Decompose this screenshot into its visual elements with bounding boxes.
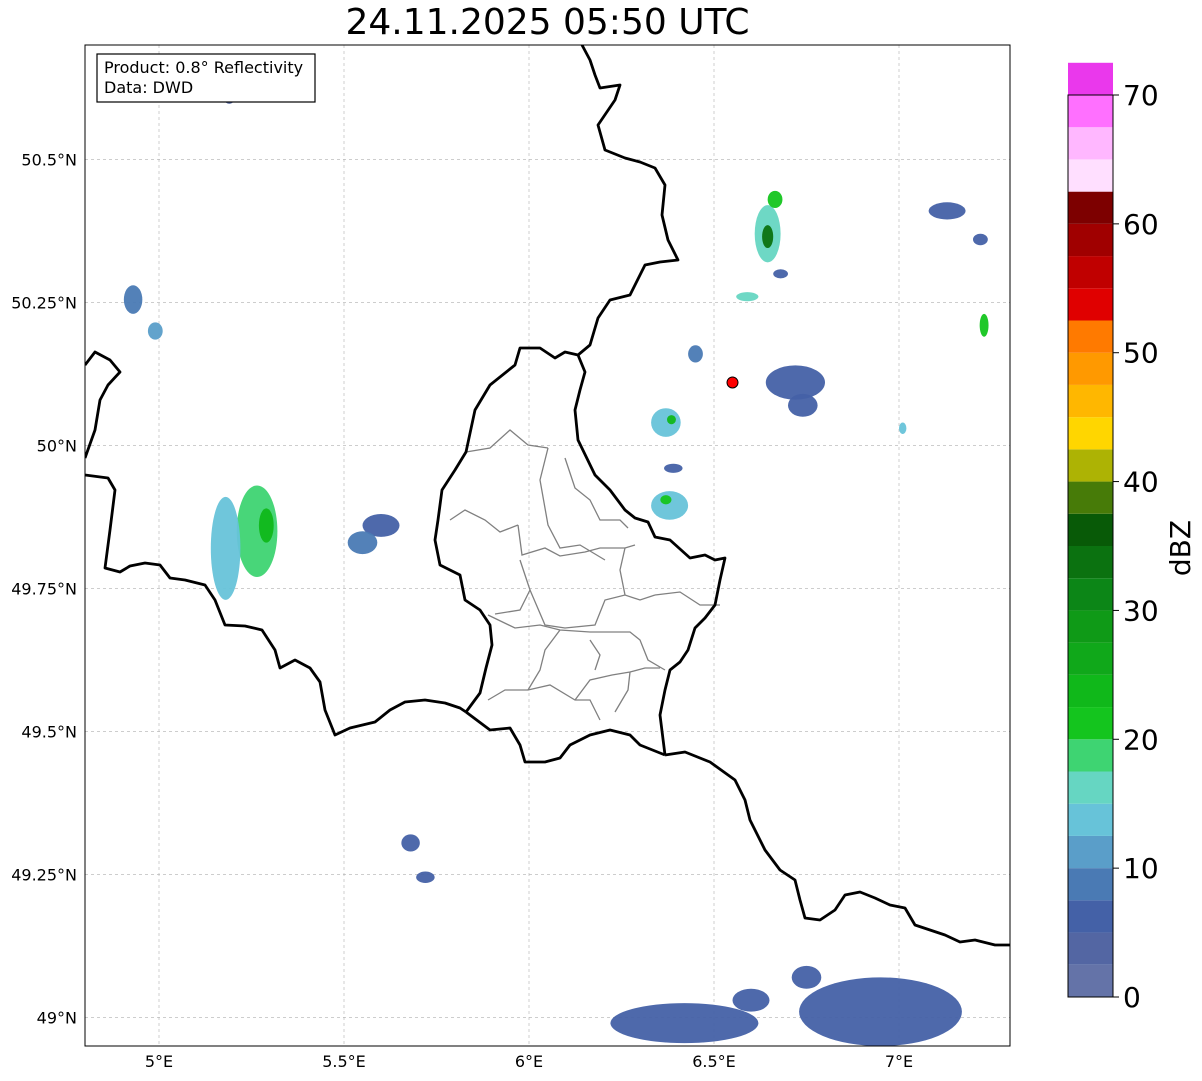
radar-echo xyxy=(979,313,989,337)
colorbar-segment xyxy=(1068,384,1113,418)
lat-tick-label: 49.5°N xyxy=(21,722,77,741)
radar-echo xyxy=(791,965,822,989)
radar-echo xyxy=(210,496,241,600)
colorbar-tick-label: 0 xyxy=(1123,981,1141,1014)
colorbar-segment xyxy=(1068,352,1113,385)
radar-echo xyxy=(788,393,818,417)
admin-boundaries xyxy=(449,429,720,721)
geography xyxy=(85,45,1010,1046)
radar-echo xyxy=(651,491,689,520)
colorbar-segment xyxy=(1068,932,1113,965)
radar-echo xyxy=(610,1003,759,1044)
radar-echo xyxy=(732,988,770,1012)
colorbar-segment xyxy=(1068,546,1113,579)
radar-echo xyxy=(899,422,907,434)
colorbar-segment xyxy=(1068,127,1113,160)
radar-echo xyxy=(973,233,988,246)
radar-site-marker xyxy=(726,376,739,389)
lat-tick-label: 49.75°N xyxy=(11,579,77,598)
country-borders xyxy=(85,45,1010,947)
lat-tick-label: 49.25°N xyxy=(11,865,77,884)
radar-echo xyxy=(667,415,676,425)
colorbar-segment xyxy=(1068,578,1113,611)
colorbar-label: dBZ xyxy=(1164,520,1197,576)
radar-echo xyxy=(347,531,378,555)
radar-echo xyxy=(147,322,163,340)
colorbar-segment xyxy=(1068,191,1113,224)
colorbar-segment xyxy=(1068,964,1113,997)
colorbar-segment xyxy=(1068,449,1113,482)
radar-echo xyxy=(401,834,420,852)
colorbar-segment xyxy=(1068,610,1113,643)
colorbar-segment xyxy=(1068,62,1113,95)
colorbar-tick-label: 20 xyxy=(1123,723,1159,756)
info-source: Data: DWD xyxy=(104,78,193,97)
radar-echo xyxy=(660,495,672,505)
radar-echo xyxy=(767,190,783,209)
lat-tick-label: 50°N xyxy=(37,436,77,455)
colorbar-segment xyxy=(1068,707,1113,740)
lat-tick-label: 50.5°N xyxy=(21,150,77,169)
radar-echo xyxy=(736,292,759,302)
colorbar-segment xyxy=(1068,320,1113,353)
radar-site xyxy=(726,376,739,389)
lon-tick-label: 7°E xyxy=(885,1052,913,1071)
axis-labels: 5°E 5.5°E 6°E 6.5°E 7°E 49°N 49.25°N 49.5°N 49.7… xyxy=(11,150,913,1071)
radar-echo xyxy=(928,202,966,220)
colorbar-segment xyxy=(1068,674,1113,708)
radar-echo xyxy=(773,269,788,279)
colorbar-segment xyxy=(1068,481,1113,514)
radar-echo xyxy=(123,285,143,314)
colorbar-tick-label: 50 xyxy=(1123,337,1159,370)
radar-echo xyxy=(799,977,962,1046)
colorbar-tick-label: 70 xyxy=(1123,79,1159,112)
colorbar-segment xyxy=(1068,256,1113,289)
radar-echo xyxy=(688,345,703,363)
colorbar-tick-label: 40 xyxy=(1123,466,1159,499)
lat-tick-label: 49°N xyxy=(37,1008,77,1027)
radar-echo xyxy=(664,463,683,473)
colorbar-segment xyxy=(1068,513,1113,546)
radar-echoes xyxy=(123,94,989,1046)
colorbar-segment xyxy=(1068,417,1113,450)
colorbar-segment xyxy=(1068,803,1113,836)
colorbar-tick-label: 10 xyxy=(1123,852,1159,885)
lon-tick-label: 6°E xyxy=(515,1052,543,1071)
colorbar-segment xyxy=(1068,642,1113,675)
colorbar-segment xyxy=(1068,739,1113,772)
radar-echo xyxy=(762,225,774,249)
info-box: Product: 0.8° Reflectivity Data: DWD xyxy=(96,53,316,103)
colorbar-tick-label: 30 xyxy=(1123,594,1159,627)
colorbar-tick-label: 60 xyxy=(1123,208,1159,241)
lon-tick-label: 6.5°E xyxy=(692,1052,736,1071)
radar-echo xyxy=(765,365,826,400)
colorbar-segment xyxy=(1068,835,1113,869)
colorbar-segment xyxy=(1068,95,1113,128)
radar-echo xyxy=(258,508,274,543)
colorbar-segment xyxy=(1068,159,1113,192)
colorbar-segment xyxy=(1068,900,1113,933)
radar-echo xyxy=(651,408,681,437)
colorbar-segment xyxy=(1068,868,1113,901)
info-product: Product: 0.8° Reflectivity xyxy=(104,58,303,77)
lon-tick-label: 5°E xyxy=(145,1052,173,1071)
lat-tick-label: 50.25°N xyxy=(11,293,77,312)
colorbar-segment xyxy=(1068,223,1113,257)
lon-tick-label: 5.5°E xyxy=(322,1052,366,1071)
radar-map: Product: 0.8° Reflectivity Data: DWD 5°E… xyxy=(11,44,1197,1071)
radar-echo xyxy=(416,871,435,883)
colorbar-segment xyxy=(1068,288,1113,321)
colorbar-segment xyxy=(1068,771,1113,804)
